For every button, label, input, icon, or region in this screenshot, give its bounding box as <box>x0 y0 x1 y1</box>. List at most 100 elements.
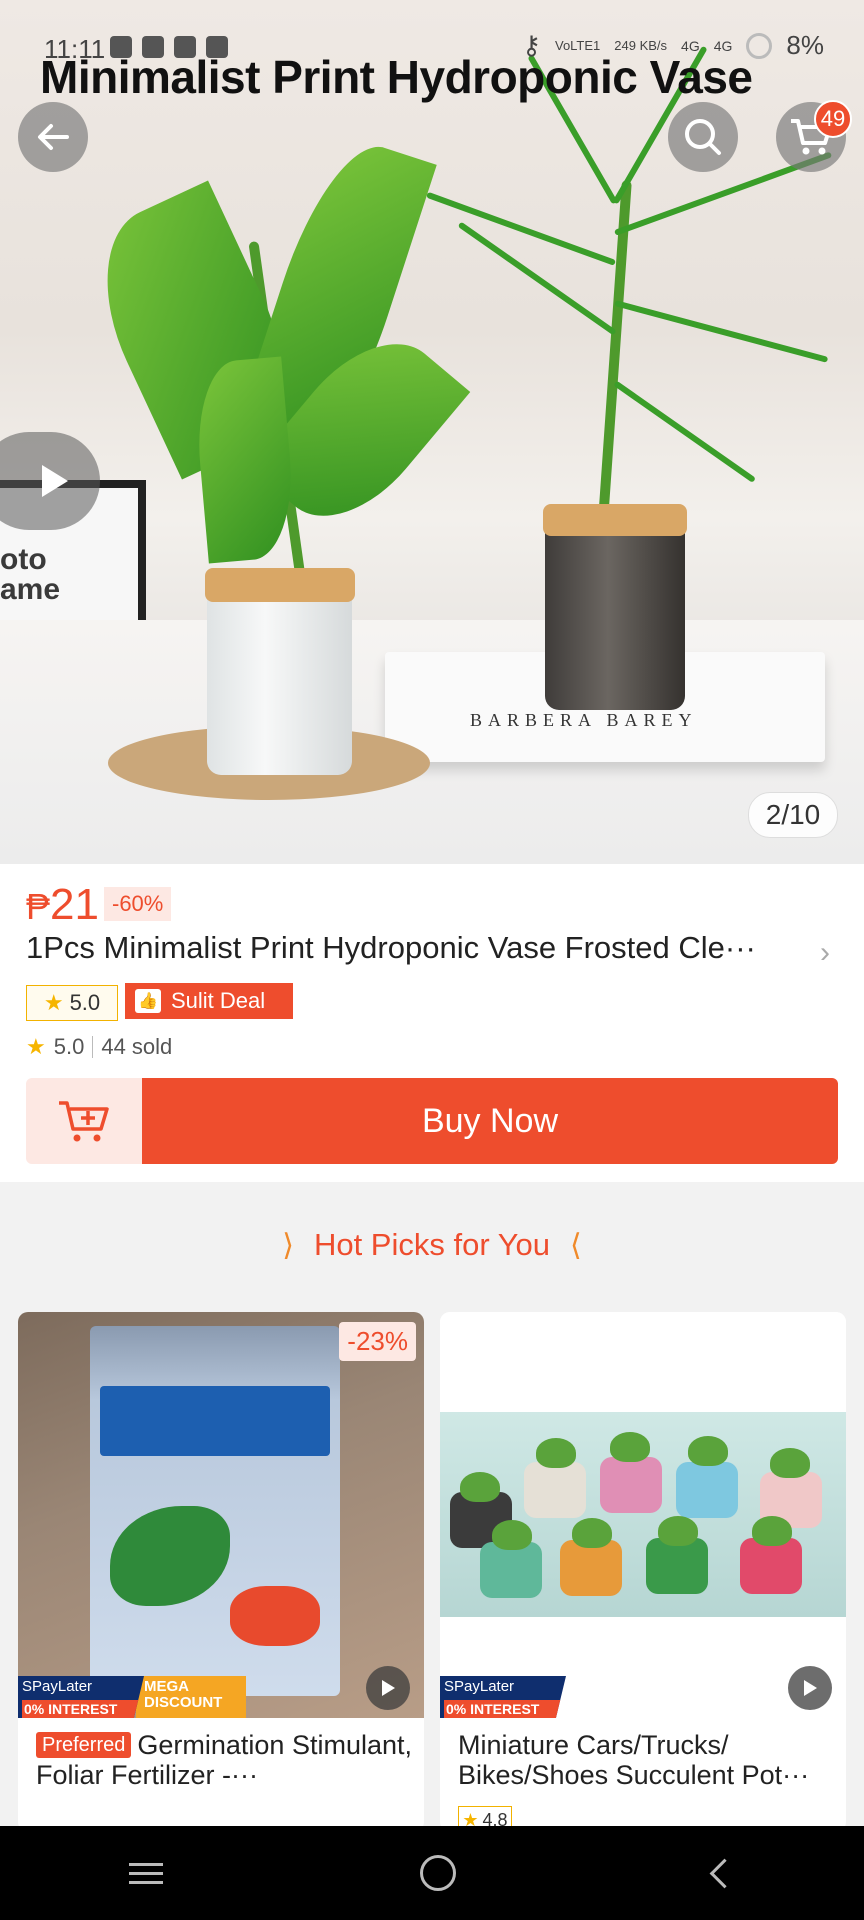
spaylater-label: SPayLater <box>444 1678 515 1695</box>
rating-sold-row: ★ 5.0 44 sold <box>26 1034 172 1060</box>
pot <box>740 1538 802 1594</box>
vase-lid <box>205 568 355 602</box>
arrow-left-icon <box>38 124 69 150</box>
play-icon <box>382 1680 395 1696</box>
system-nav-bar <box>0 1826 864 1920</box>
succulent <box>536 1438 576 1468</box>
wifi-icon <box>206 36 228 58</box>
packet-label <box>100 1386 330 1456</box>
succulent <box>460 1472 500 1502</box>
back-button[interactable] <box>18 102 88 172</box>
product-card-name: Preferred Germination Stimulant, Foliar F… <box>36 1730 416 1790</box>
packet-leaves <box>110 1506 230 1606</box>
search-button[interactable] <box>668 102 738 172</box>
hot-picks-title: Hot Picks for You <box>313 1227 551 1262</box>
sulit-deal-badge[interactable]: 👍 Sulit Deal <box>125 983 293 1019</box>
pot <box>600 1457 662 1513</box>
battery-level: 8% <box>786 30 824 60</box>
currency-symbol: ₱ <box>26 886 51 927</box>
succulent <box>610 1432 650 1462</box>
buy-now-button[interactable]: Buy Now <box>142 1078 838 1164</box>
succulent <box>658 1516 698 1546</box>
sparkle-left-icon: ⟩ <box>282 1228 294 1262</box>
cart-plus-icon <box>59 1101 109 1142</box>
book-title: BARBERA BAREY <box>470 710 698 730</box>
signal-label: 4G <box>681 37 700 54</box>
hot-picks-header: ⟩ Hot Picks for You ⟨ <box>0 1200 864 1290</box>
battery-icon <box>746 32 773 59</box>
sold-count: 44 sold <box>101 1034 173 1059</box>
video-play-button[interactable] <box>366 1666 410 1710</box>
pot <box>560 1540 622 1596</box>
system-back-button[interactable] <box>709 1858 740 1888</box>
palm-frond <box>457 221 617 336</box>
interest-label: 0% INTEREST <box>22 1700 144 1718</box>
succulent <box>572 1518 612 1548</box>
rating-badge-value: 5.0 <box>69 990 101 1015</box>
status-right: ⚷ VoLTE1 249 KB/s 4G 4G 8% <box>522 30 824 61</box>
palm-frond <box>426 191 617 266</box>
product-card[interactable]: SPayLater 0% INTEREST Miniature Cars/Truc… <box>440 1312 846 1832</box>
interest-label: 0% INTEREST <box>444 1700 566 1718</box>
search-status-icon <box>174 36 196 58</box>
succulent <box>770 1448 810 1478</box>
frame-text-line: oto <box>0 543 47 576</box>
plant-leaf <box>191 356 299 564</box>
status-time: 11:11 <box>44 34 106 64</box>
product-card-image <box>440 1312 846 1718</box>
discount-badge: -60% <box>104 887 172 921</box>
chevron-right-icon[interactable]: › <box>820 936 830 970</box>
video-play-button[interactable] <box>788 1666 832 1710</box>
fertilizer-packet <box>90 1326 340 1696</box>
clipboard-icon <box>142 36 164 58</box>
packet-fruit <box>230 1586 320 1646</box>
palm-frond <box>614 300 829 363</box>
thumbs-up-icon: 👍 <box>135 989 161 1013</box>
product-card-title: Miniature Cars/Trucks/ Bikes/Shoes Succu… <box>458 1730 810 1790</box>
rating-value: 5.0 <box>53 1034 85 1059</box>
succulent <box>752 1516 792 1546</box>
key-icon: ⚷ <box>521 30 541 60</box>
vase-dark <box>545 520 685 710</box>
image-counter: 2/10 <box>748 792 838 838</box>
preferred-badge: Preferred <box>36 1732 132 1758</box>
star-icon: ★ <box>43 990 64 1015</box>
succulent <box>688 1436 728 1466</box>
price: ₱21 <box>26 880 99 930</box>
succulent-pots-photo <box>440 1412 846 1617</box>
sulit-deal-label: Sulit Deal <box>171 988 266 1013</box>
signal-label: 4G <box>713 37 733 54</box>
cart-count-badge: 49 <box>814 100 852 138</box>
product-title[interactable]: 1Pcs Minimalist Print Hydroponic Vase Fr… <box>26 930 806 966</box>
photo-frame-text: oto ame <box>0 545 60 605</box>
home-button[interactable] <box>420 1855 457 1891</box>
pot <box>524 1462 586 1518</box>
spaylater-tag: SPayLater 0% INTEREST <box>440 1676 566 1718</box>
pot <box>676 1462 738 1518</box>
video-play-button[interactable] <box>0 432 100 530</box>
network-label: VoLTE1 <box>554 38 601 53</box>
sparkle-right-icon: ⟨ <box>570 1228 582 1262</box>
product-card-image <box>18 1312 424 1718</box>
pot <box>480 1542 542 1598</box>
star-icon: ★ <box>26 1034 46 1059</box>
price-value: 21 <box>50 880 99 929</box>
succulent <box>492 1520 532 1550</box>
search-icon <box>685 119 721 155</box>
spaylater-banner: SPayLater 0% INTEREST MEGA DISCOUNT <box>18 1676 246 1718</box>
play-icon <box>804 1680 817 1696</box>
rating-badge: ★ 5.0 <box>26 985 118 1021</box>
vase-lid <box>543 504 687 536</box>
add-to-cart-button[interactable] <box>26 1078 142 1164</box>
spaylater-tag: SPayLater 0% INTEREST <box>18 1676 144 1718</box>
mega-discount-tag: MEGA DISCOUNT <box>136 1676 246 1718</box>
card-discount-badge: -23% <box>339 1322 416 1361</box>
play-icon <box>42 465 68 497</box>
pot <box>646 1538 708 1594</box>
product-card[interactable]: -23% SPayLater 0% INTEREST MEGA DISCOUNT … <box>18 1312 424 1832</box>
spaylater-label: SPayLater <box>22 1678 93 1695</box>
recent-apps-button[interactable] <box>128 1862 163 1884</box>
message-icon <box>110 36 132 58</box>
spaylater-banner: SPayLater 0% INTEREST <box>440 1676 566 1718</box>
frame-text-line: ame <box>0 573 61 606</box>
